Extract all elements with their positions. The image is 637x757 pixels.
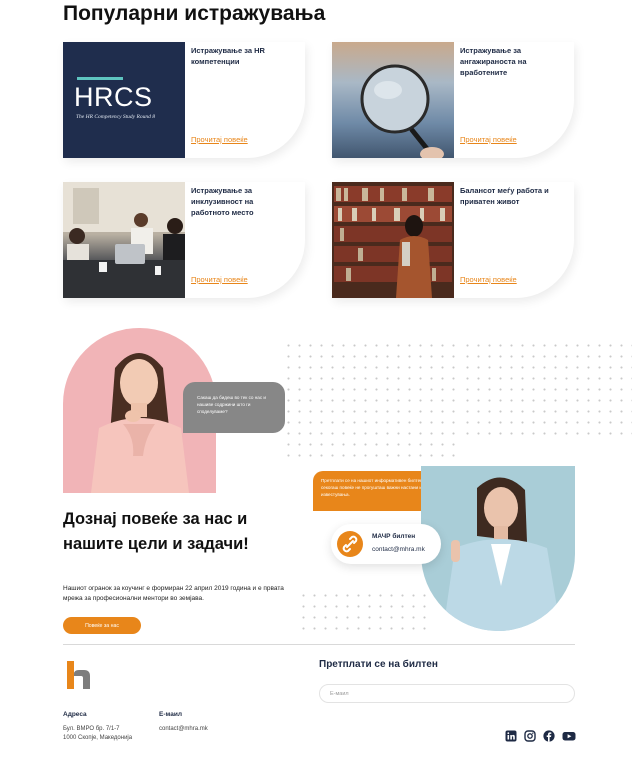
section-title: Популарни истражувања: [63, 2, 326, 25]
about-heading-line2: нашите цели и задачи!: [63, 535, 249, 553]
dot-pattern: [462, 340, 632, 440]
card-title: Балансот меѓу работа и приватен живот: [460, 186, 549, 206]
facebook-icon[interactable]: [543, 729, 555, 742]
magnifier-icon: [360, 64, 444, 158]
read-more-link[interactable]: Прочитај повеќе: [460, 275, 517, 284]
research-card-work-life-balance[interactable]: Балансот меѓу работа и приватен живот Пр…: [332, 182, 574, 298]
library-photo: [332, 182, 454, 298]
read-more-link[interactable]: Прочитај повеќе: [191, 275, 248, 284]
research-card-engagement[interactable]: Истражување за ангажираноста на вработен…: [332, 42, 574, 158]
contact-name: МАЧР билтен: [372, 533, 416, 540]
contact-email: contact@mhra.mk: [372, 546, 425, 553]
email-label: Е-маил: [159, 711, 182, 718]
link-icon: [337, 531, 363, 557]
research-card-hr-competencies[interactable]: HRCS The HR Competency Study Round 8 Ист…: [63, 42, 305, 158]
about-us-button[interactable]: Повеќе за нас: [63, 617, 141, 634]
dot-pattern: [298, 590, 433, 632]
about-text: Нашиот огранок за коучинг е формиран 22 …: [63, 585, 284, 602]
card-title: Истражување за ангажираноста на вработен…: [460, 46, 527, 77]
hrcs-thumbnail: HRCS The HR Competency Study Round 8: [63, 42, 185, 158]
office-photo: [63, 182, 185, 298]
woman-portrait-blue: [421, 466, 575, 631]
dot-pattern: [283, 340, 463, 458]
newsletter-contact-card[interactable]: МАЧР билтен contact@mhra.mk: [331, 524, 441, 564]
team-illustration: [63, 182, 185, 298]
address-text: Бул. ВМРО бр. 7/1-7 1000 Скопје, Македон…: [63, 725, 132, 743]
instagram-icon[interactable]: [524, 729, 536, 742]
hrcs-logo-text: HRCS: [74, 82, 153, 112]
hrcs-logo-subtitle: The HR Competency Study Round 8: [76, 114, 155, 120]
footer-email-link[interactable]: contact@mhra.mk: [159, 725, 208, 734]
address-label: Адреса: [63, 711, 87, 718]
about-heading: Дознај повеќе за нас и нашите цели и зад…: [63, 507, 249, 557]
newsletter-email-input[interactable]: [319, 684, 575, 703]
mhra-logo[interactable]: [67, 661, 91, 689]
youtube-icon[interactable]: [562, 729, 576, 741]
question-bubble: Сакаш да бидеш во тек со нас и нашиве со…: [183, 382, 285, 433]
card-title: Истражување за инклузивност на работното…: [191, 186, 254, 217]
research-card-inclusivity[interactable]: Истражување за инклузивност на работното…: [63, 182, 305, 298]
read-more-link[interactable]: Прочитај повеќе: [191, 135, 248, 144]
address-line1: Бул. ВМРО бр. 7/1-7: [63, 726, 120, 732]
footer-divider: [63, 644, 575, 645]
bookshelf-illustration: [332, 182, 454, 298]
card-title: Истражување за HR компетенции: [191, 46, 265, 66]
linkedin-icon[interactable]: [505, 729, 517, 742]
magnifier-photo: [332, 42, 454, 158]
newsletter-title: Претплати се на билтен: [319, 659, 438, 670]
about-heading-line1: Дознај повеќе за нас и: [63, 510, 248, 528]
address-line2: 1000 Скопје, Македонија: [63, 735, 133, 741]
read-more-link[interactable]: Прочитај повеќе: [460, 135, 517, 144]
